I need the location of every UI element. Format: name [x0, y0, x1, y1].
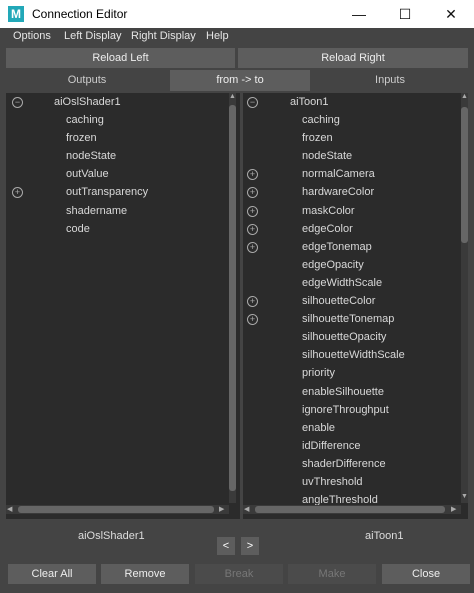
expand-icon[interactable]: +	[247, 205, 258, 217]
left-node-name[interactable]: aiOslShader1	[54, 93, 121, 111]
scroll-left-arrow-icon[interactable]: ◀	[244, 505, 249, 513]
expand-icon[interactable]: +	[247, 296, 258, 307]
expand-icon[interactable]: +	[247, 223, 258, 235]
left-vertical-scroll-thumb[interactable]	[229, 105, 236, 491]
collapse-icon[interactable]: −	[12, 97, 23, 108]
close-window-button[interactable]: ✕	[428, 0, 474, 28]
attribute-item[interactable]: edgeColor	[302, 220, 353, 238]
attribute-item[interactable]: uvThreshold	[302, 473, 363, 491]
scroll-up-arrow-icon[interactable]: ▲	[229, 93, 236, 100]
expand-icon[interactable]: +	[247, 169, 258, 181]
scroll-left-arrow-icon[interactable]: ◀	[7, 505, 12, 513]
attribute-item[interactable]: enable	[302, 419, 335, 437]
attribute-item[interactable]: shaderDifference	[302, 455, 386, 473]
reload-right-button[interactable]: Reload Right	[238, 48, 468, 68]
menu-options[interactable]: Options	[13, 30, 51, 42]
attribute-item[interactable]: shadername	[66, 202, 127, 220]
left-node-label: aiOslShader1	[78, 530, 145, 542]
scroll-down-arrow-icon[interactable]: ▼	[461, 493, 468, 500]
maximize-button[interactable]: ☐	[382, 0, 428, 28]
menu-bar: Options Left Display Right Display Help	[0, 28, 474, 46]
expand-icon[interactable]: +	[247, 187, 258, 199]
attribute-item[interactable]: nodeState	[66, 147, 116, 165]
collapse-icon[interactable]: −	[247, 97, 258, 108]
attribute-item[interactable]: silhouetteTonemap	[302, 310, 394, 328]
left-vertical-scrollbar[interactable]: ▲	[229, 93, 236, 503]
right-horizontal-scroll-thumb[interactable]	[255, 506, 445, 513]
remove-button[interactable]: Remove	[101, 564, 189, 584]
previous-node-button[interactable]: <	[217, 537, 235, 555]
menu-help[interactable]: Help	[206, 30, 229, 42]
attribute-item[interactable]: priority	[302, 364, 335, 382]
attribute-item[interactable]: edgeTonemap	[302, 238, 372, 256]
attribute-item[interactable]: silhouetteColor	[302, 292, 375, 310]
menu-left-display[interactable]: Left Display	[64, 30, 121, 42]
window-title: Connection Editor	[32, 7, 128, 21]
right-vertical-scrollbar[interactable]: ▲ ▼	[461, 93, 468, 503]
attribute-item[interactable]: frozen	[66, 129, 97, 147]
tab-inputs[interactable]: Inputs	[312, 70, 468, 91]
attribute-item[interactable]: nodeState	[302, 147, 352, 165]
attribute-item[interactable]: silhouetteWidthScale	[302, 346, 405, 364]
attribute-item[interactable]: caching	[66, 111, 104, 129]
right-horizontal-scrollbar[interactable]: ◀ ▶	[243, 505, 461, 514]
expand-icon[interactable]: +	[12, 187, 23, 199]
next-node-button[interactable]: >	[241, 537, 259, 555]
break-button[interactable]: Break	[195, 564, 283, 584]
attribute-item[interactable]: enableSilhouette	[302, 383, 384, 401]
left-horizontal-scroll-thumb[interactable]	[18, 506, 214, 513]
left-attribute-list[interactable]: − aiOslShader1 caching frozen nodeState out…	[6, 93, 240, 519]
attribute-item[interactable]: silhouetteOpacity	[302, 328, 386, 346]
right-attribute-list[interactable]: − aiToon1 caching frozen nodeState + normalC…	[243, 93, 468, 519]
minimize-button[interactable]: —	[336, 0, 382, 28]
make-button[interactable]: Make	[288, 564, 376, 584]
attribute-item[interactable]: caching	[302, 111, 340, 129]
left-horizontal-scrollbar[interactable]: ◀ ▶	[6, 505, 229, 514]
title-bar: M Connection Editor — ☐ ✕	[0, 0, 474, 28]
expand-icon[interactable]: +	[247, 314, 258, 326]
scroll-up-arrow-icon[interactable]: ▲	[461, 93, 468, 100]
attribute-item[interactable]: normalCamera	[302, 165, 375, 183]
expand-icon[interactable]: +	[247, 241, 258, 253]
attribute-item[interactable]: edgeOpacity	[302, 256, 364, 274]
attribute-item[interactable]: hardwareColor	[302, 183, 374, 201]
tab-outputs[interactable]: Outputs	[6, 70, 168, 91]
attribute-item[interactable]: ignoreThroughput	[302, 401, 389, 419]
close-button[interactable]: Close	[382, 564, 470, 584]
right-vertical-scroll-thumb[interactable]	[461, 107, 468, 243]
menu-right-display[interactable]: Right Display	[131, 30, 196, 42]
direction-toggle[interactable]: from -> to	[170, 70, 310, 91]
reload-left-button[interactable]: Reload Left	[6, 48, 235, 68]
right-node-name[interactable]: aiToon1	[290, 93, 329, 111]
attribute-item[interactable]: idDifference	[302, 437, 361, 455]
clear-all-button[interactable]: Clear All	[8, 564, 96, 584]
attribute-item[interactable]: outValue	[66, 165, 109, 183]
scroll-right-arrow-icon[interactable]: ▶	[219, 505, 224, 513]
scroll-right-arrow-icon[interactable]: ▶	[451, 505, 456, 513]
right-node-label: aiToon1	[365, 530, 404, 542]
attribute-item[interactable]: outTransparency	[66, 183, 148, 201]
attribute-item[interactable]: code	[66, 220, 90, 238]
attribute-item[interactable]: maskColor	[302, 202, 355, 220]
attribute-item[interactable]: edgeWidthScale	[302, 274, 382, 292]
attribute-item[interactable]: frozen	[302, 129, 333, 147]
maya-app-icon: M	[8, 6, 24, 22]
